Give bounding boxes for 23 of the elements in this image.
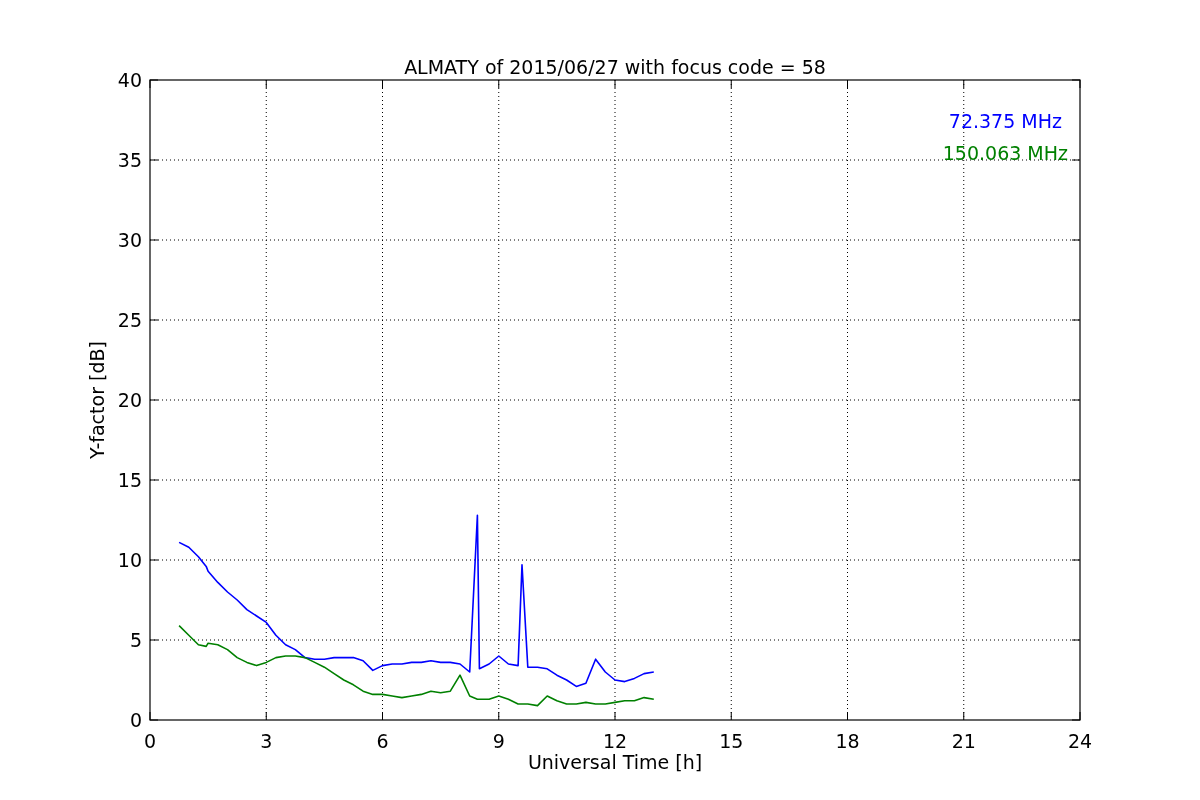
y-tick-label: 5 bbox=[129, 629, 142, 651]
x-tick-label: 3 bbox=[260, 730, 273, 752]
y-tick-label: 35 bbox=[117, 149, 142, 171]
y-tick-label: 15 bbox=[117, 469, 142, 491]
series-label: 72.375 MHz bbox=[948, 110, 1062, 132]
y-tick-label: 10 bbox=[117, 549, 142, 571]
series-label: 150.063 MHz bbox=[942, 142, 1068, 164]
x-tick-label: 12 bbox=[602, 730, 628, 752]
x-tick-label: 21 bbox=[951, 730, 976, 752]
x-tick-label: 24 bbox=[1067, 730, 1093, 752]
chart-title: ALMATY of 2015/06/27 with focus code = 58 bbox=[404, 56, 826, 78]
y-tick-label: 30 bbox=[117, 229, 142, 251]
x-tick-label: 15 bbox=[719, 730, 744, 752]
y-tick-label: 40 bbox=[117, 69, 142, 91]
y-axis-label: Y-factor [dB] bbox=[86, 341, 108, 459]
y-tick-label: 25 bbox=[117, 309, 142, 331]
x-tick-label: 6 bbox=[376, 730, 389, 752]
x-tick-label: 9 bbox=[492, 730, 505, 752]
x-tick-label: 18 bbox=[835, 730, 860, 752]
x-tick-label: 0 bbox=[143, 730, 157, 752]
x-axis-label: Universal Time [h] bbox=[527, 751, 703, 773]
y-tick-label: 0 bbox=[129, 709, 142, 731]
y-tick-label: 20 bbox=[117, 389, 142, 411]
